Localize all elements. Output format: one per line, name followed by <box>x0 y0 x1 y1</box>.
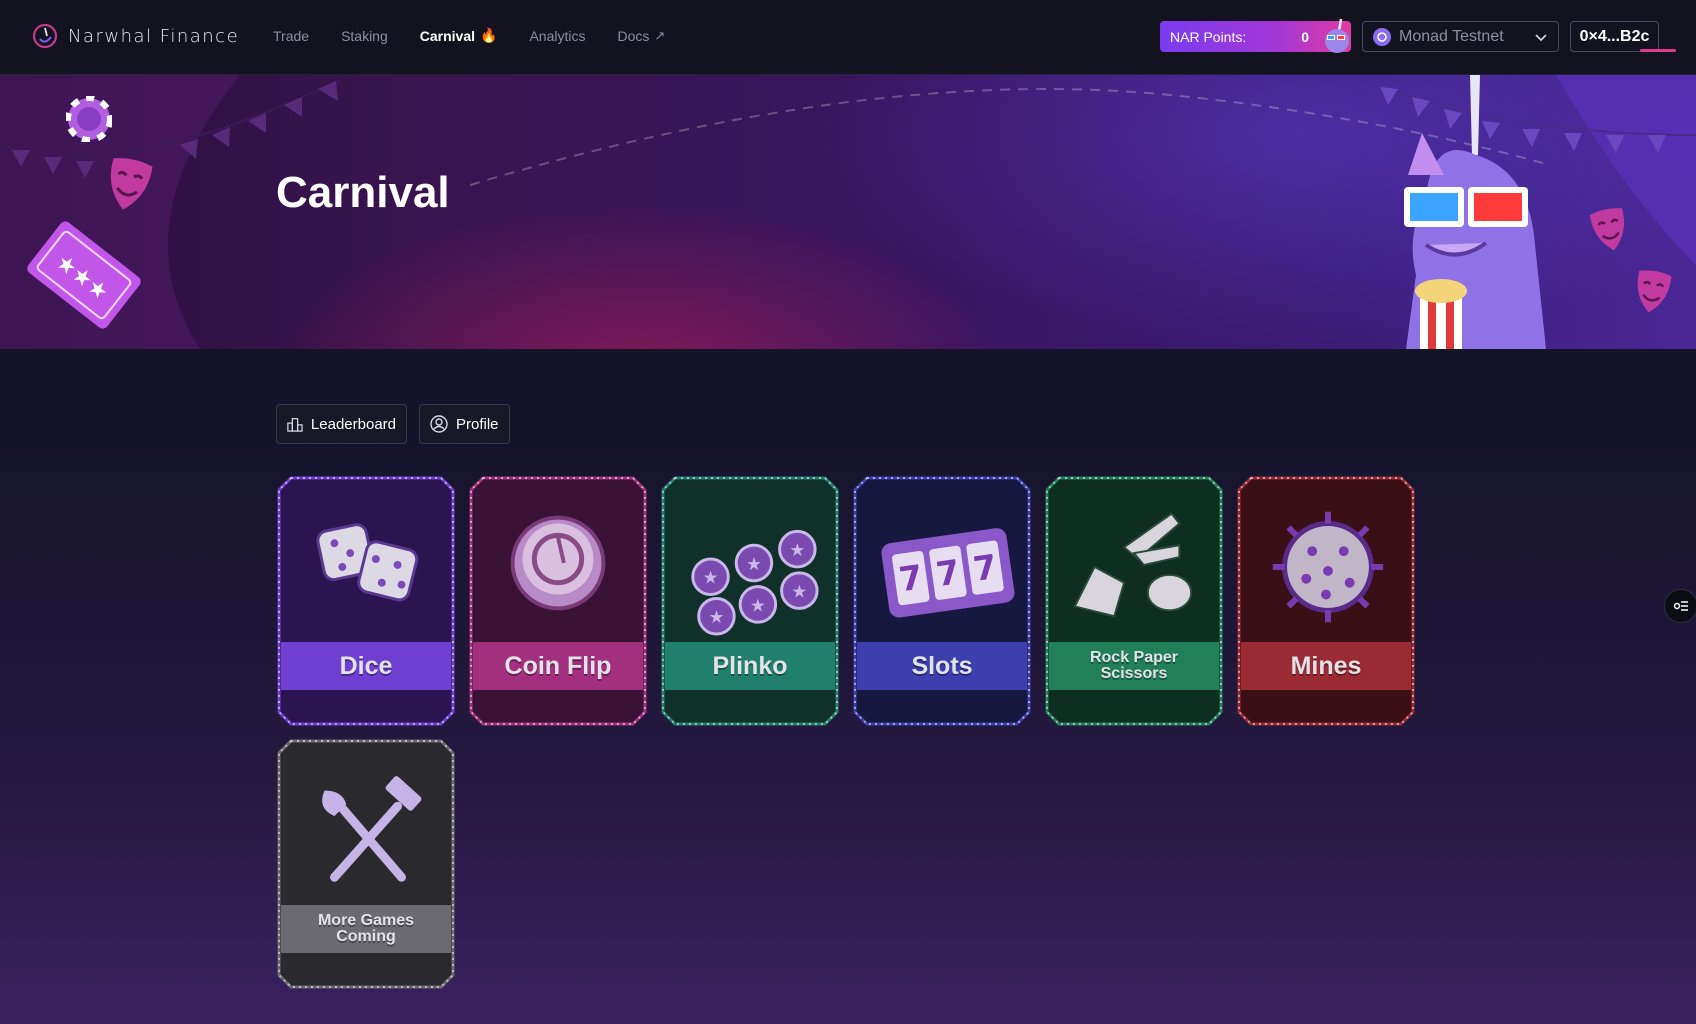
svg-text:★: ★ <box>703 569 719 589</box>
leaderboard-label: Leaderboard <box>310 415 396 433</box>
nav-carnival[interactable]: Carnival 🔥 <box>420 27 498 44</box>
game-card-coin-flip[interactable]: Coin Flip <box>469 476 647 726</box>
game-label: More Games Coming <box>317 912 415 945</box>
brand[interactable]: Narwhal Finance <box>32 23 239 49</box>
user-circle-icon <box>430 415 448 433</box>
list-settings-icon <box>1673 601 1688 611</box>
nav-docs[interactable]: Docs ↗ <box>617 27 665 44</box>
narwhal-mascot-icon <box>1325 18 1349 53</box>
svg-text:★: ★ <box>791 583 807 603</box>
game-art-icon <box>1272 511 1384 623</box>
profile-label: Profile <box>456 415 499 433</box>
top-navigation-bar: Narwhal Finance Trade Staking Carnival 🔥 … <box>0 0 1696 75</box>
nav-carnival-label: Carnival <box>419 27 476 44</box>
flame-icon: 🔥 <box>480 27 498 43</box>
nar-points-badge[interactable]: NAR Points: 0 <box>1160 18 1351 53</box>
external-link-icon: ↗ <box>654 27 666 43</box>
nav-docs-label: Docs <box>617 27 650 44</box>
game-label: Plinko <box>712 651 788 680</box>
main-nav: Trade Staking Carnival 🔥 Analytics Docs ↗ <box>273 27 665 44</box>
nav-analytics[interactable]: Analytics <box>529 27 585 44</box>
poker-chip-icon <box>66 96 112 142</box>
svg-text:★: ★ <box>789 541 805 561</box>
game-label: Dice <box>339 651 393 680</box>
leaderboard-button[interactable]: Leaderboard <box>276 404 407 444</box>
game-label: Coin Flip <box>504 651 612 680</box>
nav-staking-label: Staking <box>341 27 388 44</box>
game-art-icon <box>322 776 422 882</box>
game-label: Mines <box>1290 651 1362 680</box>
game-card-more-games-coming[interactable]: More Games Coming <box>277 739 455 989</box>
wallet-address-button[interactable]: 0×4...B2c <box>1570 21 1659 52</box>
game-card-slots[interactable]: 7 7 7 Slots <box>853 476 1031 726</box>
wallet-indicator <box>1640 49 1676 52</box>
svg-text:★: ★ <box>750 596 766 616</box>
svg-text:★: ★ <box>708 608 724 628</box>
narwhal-mascot-icon <box>1404 75 1546 349</box>
narwhal-logo-icon <box>32 23 58 49</box>
nav-staking[interactable]: Staking <box>341 27 388 44</box>
game-art-icon: ★ ★ ★ ★ ★ ★ <box>691 529 819 636</box>
ticket-icon: ★★★ <box>27 221 141 329</box>
nar-points-value: 0 <box>1301 28 1309 45</box>
wallet-address: 0×4...B2c <box>1579 27 1650 45</box>
brand-name: Narwhal Finance <box>68 25 240 47</box>
carnival-hero-banner: ★★★ Carnival <box>0 75 1696 349</box>
game-art-icon <box>316 523 419 602</box>
game-label: Rock Paper Scissors <box>1089 649 1179 682</box>
game-card-mines[interactable]: Mines <box>1237 476 1415 726</box>
nav-trade-label: Trade <box>273 27 310 44</box>
nar-points-label: NAR Points: <box>1170 28 1247 45</box>
network-label: Monad Testnet <box>1399 27 1504 45</box>
game-card-dice[interactable]: Dice <box>277 476 455 726</box>
svg-text:★: ★ <box>746 555 762 575</box>
theater-mask-icon <box>1637 270 1672 313</box>
chevron-down-icon <box>1535 33 1547 41</box>
leaderboard-icon <box>287 418 303 432</box>
game-art-icon <box>510 515 606 611</box>
settings-toggle-button[interactable] <box>1664 589 1696 623</box>
nav-analytics-label: Analytics <box>529 27 586 44</box>
game-art-icon: 777 <box>881 528 1015 618</box>
nav-trade[interactable]: Trade <box>273 27 309 44</box>
game-card-rock-paper-scissors[interactable]: Rock Paper Scissors <box>1045 476 1223 726</box>
network-selector[interactable]: Monad Testnet <box>1362 21 1559 52</box>
game-card-plinko[interactable]: ★ ★ ★ ★ ★ ★ Plinko <box>661 476 839 726</box>
monad-network-icon <box>1373 27 1391 46</box>
game-label: Slots <box>911 651 973 680</box>
game-art-icon <box>1073 512 1193 618</box>
page-title: Carnival <box>276 168 450 217</box>
profile-button[interactable]: Profile <box>419 404 510 444</box>
